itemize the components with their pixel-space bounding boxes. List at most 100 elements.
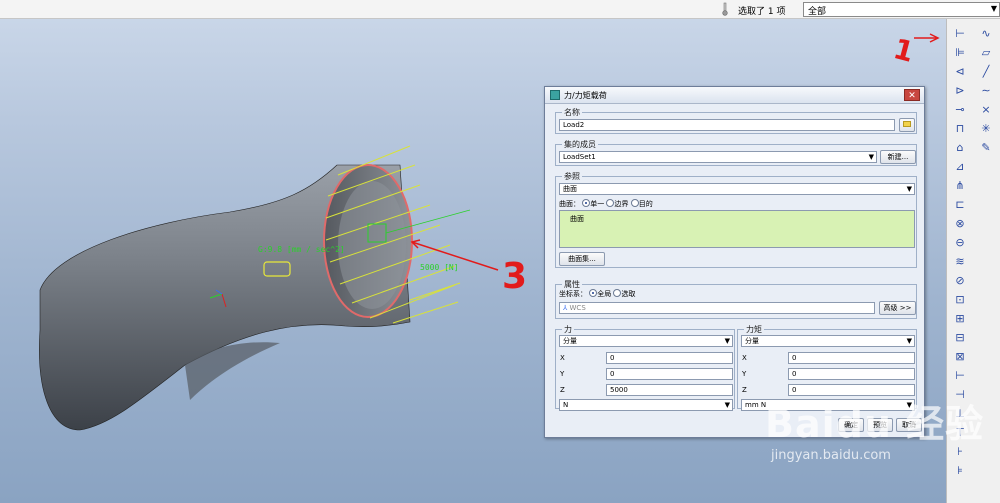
force-y-label: Y [560,370,565,378]
csys-option-row: 坐标系： 全局 选取 [559,289,635,299]
chevron-down-icon: ▼ [868,153,874,161]
baidu-watermark: Baidu 经验 jingyan.baidu.com [765,393,984,463]
reference-list[interactable]: 曲面 [559,210,915,248]
surface-option-row: 曲面： 单一 边界 目的 [559,199,653,209]
force-mode-value: 分量 [563,337,577,345]
constraint-planar-icon[interactable]: ⊏ [951,195,969,213]
force-y-input[interactable]: 0 [606,368,733,380]
contact-icon[interactable]: ⊠ [951,347,969,365]
top-status-bar: 选取了 1 项 全部 ▼ [0,0,1000,19]
set-member-group: 集的成员 LoadSet1 ▼ 新建... [555,139,917,166]
constraint-displacement-icon[interactable]: ⊿ [951,157,969,175]
load-pressure-icon[interactable]: ⊫ [951,43,969,61]
curve-sketch-icon[interactable]: ∿ [977,24,995,42]
radio-select-label: 选取 [621,290,636,298]
datum-plane-icon[interactable]: ▱ [977,43,995,61]
mass-icon[interactable]: ⊘ [951,271,969,289]
dialog-title: 力/力矩载荷 [564,91,607,100]
constraint-ball-icon[interactable]: ⊖ [951,233,969,251]
reference-label: 参照 [562,171,582,182]
selection-count-text: 选取了 1 项 [738,7,786,17]
name-group-label: 名称 [562,107,582,118]
material-icon[interactable]: ⊟ [951,328,969,346]
moment-unit-value: mm N [745,401,767,409]
name-group: 名称 Load2 [555,107,917,134]
load-gravity-icon[interactable]: ⊸ [951,100,969,118]
more-tools-icon[interactable]: ⊧ [951,461,969,479]
moment-label: 力矩 [744,324,764,335]
moment-x-label: X [742,354,747,362]
csys-field[interactable]: ⅄ WCS [559,302,875,314]
moment-x-input[interactable]: 0 [788,352,915,364]
coordinate-system-icon[interactable]: ✳ [977,119,995,137]
watermark-url: jingyan.baidu.com [771,448,891,463]
chevron-down-icon: ▼ [906,185,912,193]
name-input[interactable]: Load2 [559,119,895,131]
toolbar-column-2: ∿ ▱ ╱ ∼ × ✳ ✎ [975,23,997,157]
selection-filter-value: 全部 [808,7,827,17]
radio-intent-label: 目的 [638,200,653,208]
moment-y-label: Y [742,370,747,378]
thermometer-icon [722,2,728,16]
load-force-icon[interactable]: ⊢ [951,24,969,42]
constraint-pin-icon[interactable]: ⊗ [951,214,969,232]
beam-icon[interactable]: ⊡ [951,290,969,308]
force-x-input[interactable]: 0 [606,352,733,364]
surface-option-label: 曲面： [559,200,580,208]
advanced-button[interactable]: 高级 >> [879,301,916,315]
radio-global-label: 全局 [597,290,612,298]
csys-label: 坐标系： [559,290,587,298]
loadset-dropdown[interactable]: LoadSet1 ▼ [559,151,877,163]
load-temperature-icon[interactable]: ⊓ [951,119,969,137]
moment-y-input[interactable]: 0 [788,368,915,380]
chevron-down-icon: ▼ [724,401,730,409]
surface-set-button[interactable]: 曲面集... [559,252,605,266]
gravity-label: G:9.8 [mm / sec^2] [258,245,345,254]
spring-icon[interactable]: ≋ [951,252,969,270]
loadset-value: LoadSet1 [563,153,596,161]
watermark-main: Baidu 经验 [765,402,985,446]
reference-type-value: 曲面 [563,185,577,193]
datum-axis-icon[interactable]: ╱ [977,62,995,80]
load-heat-icon[interactable]: ⌂ [951,138,969,156]
annotation-number-3: 3 [502,256,528,297]
radio-intent[interactable] [630,199,639,207]
constraint-symmetry-icon[interactable]: ⋔ [951,176,969,194]
force-z-label: Z [560,386,565,394]
reference-group: 参照 曲面 ▼ 曲面： 单一 边界 目的 曲面 曲面集... [555,171,917,268]
color-swatch-icon [903,121,911,127]
radio-boundary-label: 边界 [614,200,629,208]
properties-group: 属性 坐标系： 全局 选取 ⅄ WCS 高级 >> [555,279,917,319]
force-x-label: X [560,354,565,362]
sketch-tool-icon[interactable]: ✎ [977,138,995,156]
set-member-label: 集的成员 [562,139,598,150]
chevron-down-icon: ▼ [724,337,730,345]
dialog-title-bar[interactable]: 力/力矩载荷 ✕ [545,87,924,104]
reference-list-item[interactable]: 曲面 [570,214,904,224]
force-moment-load-dialog: 力/力矩载荷 ✕ 名称 Load2 集的成员 LoadSet1 ▼ 新建... … [544,86,925,438]
radio-single-label: 单一 [590,200,605,208]
name-color-button[interactable] [899,118,915,132]
datum-curve-icon[interactable]: ∼ [977,81,995,99]
force-z-input[interactable]: 5000 [606,384,733,396]
moment-mode-dropdown[interactable]: 分量 ▼ [741,335,915,347]
moment-z-label: Z [742,386,747,394]
csys-value: WCS [569,304,586,312]
selection-filter-dropdown[interactable]: 全部 ▼ [803,2,1000,17]
chevron-down-icon: ▼ [990,4,997,13]
chevron-down-icon: ▼ [906,337,912,345]
force-mode-dropdown[interactable]: 分量 ▼ [559,335,733,347]
moment-mode-value: 分量 [745,337,759,345]
close-icon[interactable]: ✕ [904,89,920,101]
force-group: 力 分量 ▼ X 0 Y 0 Z 5000 N ▼ [555,324,735,411]
load-bearing-icon[interactable]: ⊲ [951,62,969,80]
reference-type-dropdown[interactable]: 曲面 ▼ [559,183,915,195]
datum-point-icon[interactable]: × [977,100,995,118]
force-label: 力 [562,324,574,335]
force-magnitude-label: 5000 [N] [420,263,459,272]
load-centrifugal-icon[interactable]: ⊳ [951,81,969,99]
new-loadset-button[interactable]: 新建... [880,150,916,164]
weld-icon[interactable]: ⊢ [951,366,969,384]
shell-icon[interactable]: ⊞ [951,309,969,327]
force-unit-dropdown[interactable]: N ▼ [559,399,733,411]
